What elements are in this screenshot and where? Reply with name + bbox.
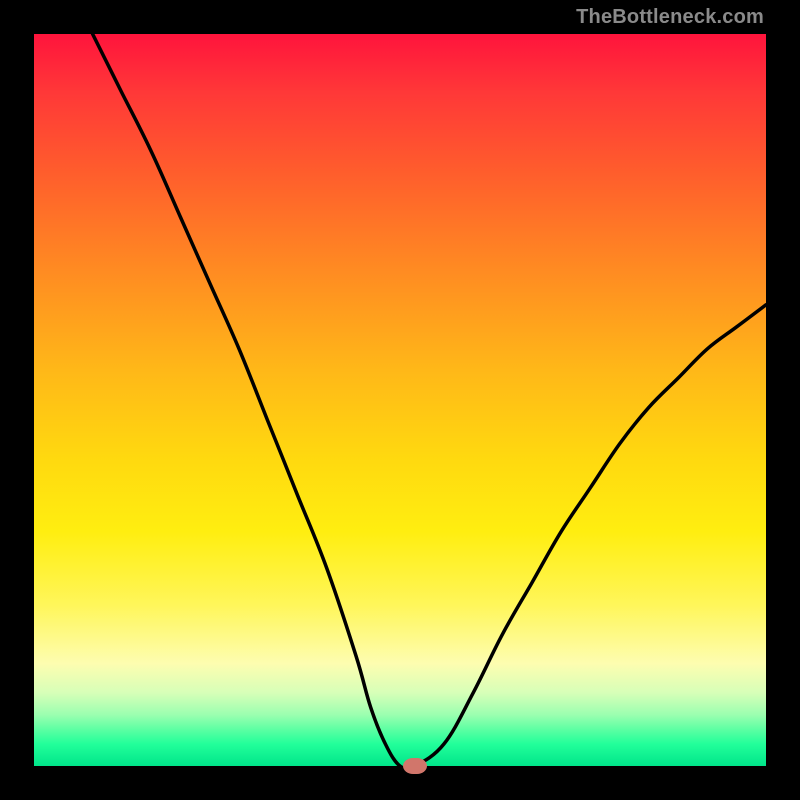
chart-frame: TheBottleneck.com	[0, 0, 800, 800]
plot-area	[34, 34, 766, 766]
watermark-text: TheBottleneck.com	[576, 6, 764, 29]
